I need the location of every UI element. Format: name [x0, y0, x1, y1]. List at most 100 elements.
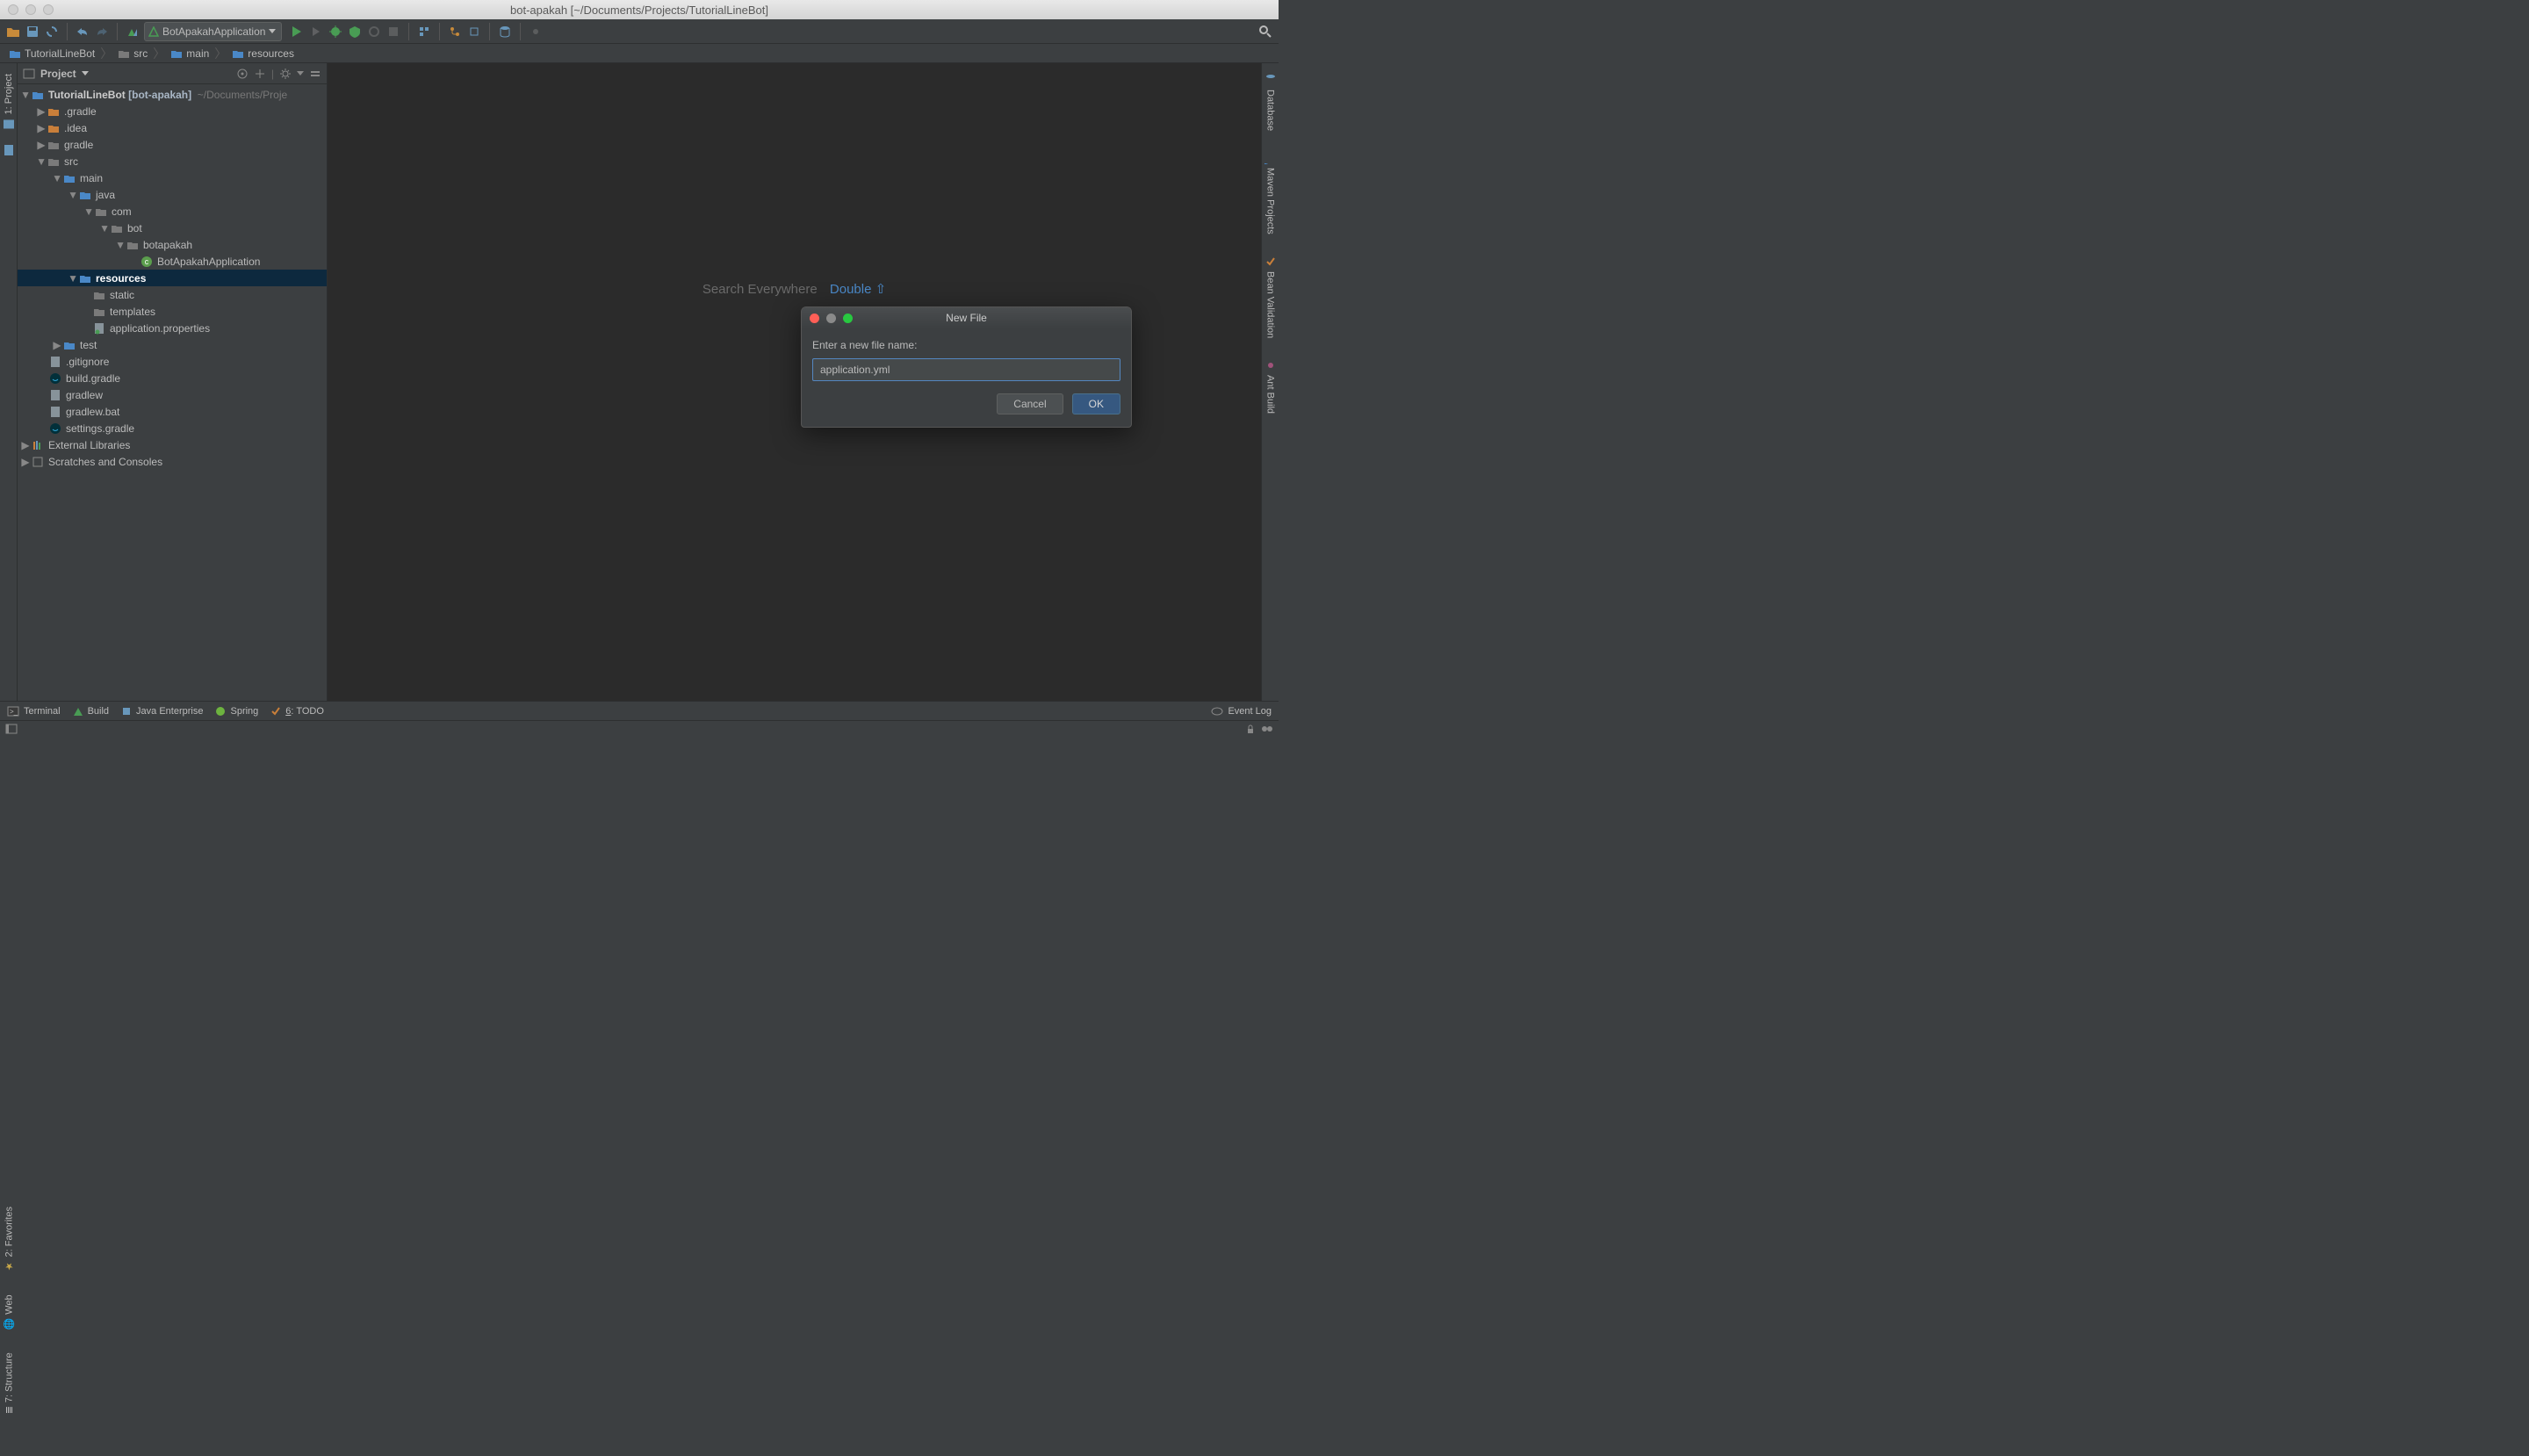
tree-item[interactable]: gradlew.bat — [18, 403, 327, 420]
run-icon[interactable] — [289, 24, 305, 40]
tree-item[interactable]: ▼java — [18, 186, 327, 203]
tree-item[interactable]: ▼com — [18, 203, 327, 220]
project-panel-title: Project — [40, 68, 76, 80]
tree-item[interactable]: gradlew — [18, 386, 327, 403]
filename-input[interactable] — [812, 358, 1120, 381]
tab-ant-build[interactable]: Ant Build — [1263, 352, 1279, 421]
tree-item[interactable]: ▼botapakah — [18, 236, 327, 253]
bottom-label: Event Log — [1228, 706, 1272, 717]
tree-item[interactable]: ▶test — [18, 336, 327, 353]
tree-item[interactable]: ▼src — [18, 153, 327, 169]
crumb-main[interactable]: main — [169, 47, 211, 60]
bookmarks-icon[interactable] — [1, 142, 17, 158]
tree-item[interactable]: build.gradle — [18, 370, 327, 386]
tree-item[interactable]: ▶.idea — [18, 119, 327, 136]
tree-item[interactable]: cBotApakahApplication — [18, 253, 327, 270]
tab-favorites[interactable]: ★ 2: Favorites — [2, 1200, 17, 1279]
crumb-resources[interactable]: resources — [230, 47, 296, 60]
tab-structure[interactable]: ≣ 7: Structure — [2, 1345, 17, 1421]
tree-item[interactable]: settings.gradle — [18, 420, 327, 436]
cancel-button[interactable]: Cancel — [997, 393, 1063, 414]
tree-label: java — [96, 189, 115, 201]
tree-item[interactable]: ▼main — [18, 169, 327, 186]
tab-maven[interactable]: m Maven Projects — [1263, 145, 1279, 241]
crumb-src[interactable]: src — [116, 47, 149, 60]
tree-label: application.properties — [110, 322, 210, 335]
tab-build[interactable]: Build — [73, 706, 109, 717]
svg-text:c: c — [145, 257, 149, 266]
dialog-titlebar: New File — [802, 307, 1131, 328]
tree-item[interactable]: ▶.gradle — [18, 103, 327, 119]
tab-spring[interactable]: Spring — [215, 706, 258, 717]
chevron-down-icon[interactable] — [82, 71, 89, 76]
tree-label: build.gradle — [66, 372, 120, 385]
tab-project[interactable]: 1: Project — [1, 67, 17, 137]
ok-button[interactable]: OK — [1072, 393, 1120, 414]
vcs-update-icon[interactable] — [466, 24, 482, 40]
tree-root[interactable]: ▼ TutorialLineBot [bot-apakah] ~/Documen… — [18, 86, 327, 103]
run-config-dropdown[interactable]: BotApakahApplication — [144, 22, 282, 41]
tab-terminal[interactable]: >_ Terminal — [7, 706, 61, 717]
svg-text:>_: >_ — [10, 708, 18, 716]
tree-label: .gradle — [64, 105, 97, 118]
crumb-label: resources — [248, 47, 294, 60]
profile-icon[interactable] — [366, 24, 382, 40]
save-icon[interactable] — [25, 24, 40, 40]
search-icon[interactable] — [1257, 24, 1273, 40]
crumb-root[interactable]: TutorialLineBot — [7, 47, 97, 60]
crumb-label: src — [133, 47, 148, 60]
tree-label: test — [80, 339, 97, 351]
bottom-label: Terminal — [24, 706, 61, 717]
project-view-icon[interactable] — [23, 68, 35, 80]
tab-database[interactable]: Database — [1263, 67, 1279, 138]
hint-search-everywhere: Search Everywhere Double ⇧ — [702, 281, 886, 297]
tree-item[interactable]: application.properties — [18, 320, 327, 336]
tree-item-resources[interactable]: ▼resources — [18, 270, 327, 286]
tree-item[interactable]: .gitignore — [18, 353, 327, 370]
tab-java-enterprise[interactable]: Java Enterprise — [121, 706, 203, 717]
tree-scratches[interactable]: ▶Scratches and Consoles — [18, 453, 327, 470]
project-tree[interactable]: ▼ TutorialLineBot [bot-apakah] ~/Documen… — [18, 84, 327, 701]
gutter-label: Ant Build — [1265, 375, 1276, 414]
tree-path: ~/Documents/Proje — [198, 89, 287, 101]
tab-todo[interactable]: 6: TODO — [270, 706, 324, 717]
tree-item[interactable]: ▼bot — [18, 220, 327, 236]
undo-icon[interactable] — [75, 24, 90, 40]
hector-icon[interactable] — [1261, 724, 1273, 733]
build-icon[interactable] — [125, 24, 140, 40]
gutter-label: Bean Validation — [1265, 271, 1276, 338]
db-icon[interactable] — [497, 24, 513, 40]
tree-item[interactable]: templates — [18, 303, 327, 320]
divider: | — [271, 68, 274, 80]
tree-item[interactable]: static — [18, 286, 327, 303]
tab-event-log[interactable]: Event Log — [1211, 706, 1272, 717]
dialog-label: Enter a new file name: — [812, 339, 1120, 351]
run-config-label: BotApakahApplication — [162, 25, 265, 38]
scroll-from-source-icon[interactable] — [236, 68, 249, 80]
left-gutter: 1: Project — [0, 63, 18, 701]
tree-item[interactable]: ▶gradle — [18, 136, 327, 153]
sync-icon[interactable] — [44, 24, 60, 40]
gutter-label: Maven Projects — [1265, 168, 1276, 234]
stop-icon[interactable] — [385, 24, 401, 40]
lock-icon[interactable] — [1245, 724, 1256, 734]
run-dashboard-icon[interactable] — [308, 24, 324, 40]
chevron-down-icon[interactable] — [297, 71, 304, 76]
toolwindow-icon[interactable] — [5, 724, 18, 734]
tab-web[interactable]: 🌐 Web — [2, 1287, 17, 1337]
tree-label: .idea — [64, 122, 87, 134]
gear-icon[interactable] — [279, 68, 292, 80]
redo-icon[interactable] — [94, 24, 110, 40]
tree-label: gradle — [64, 139, 93, 151]
open-icon[interactable] — [5, 24, 21, 40]
vcs-icon[interactable] — [447, 24, 463, 40]
tab-bean-validation[interactable]: Bean Validation — [1263, 249, 1279, 345]
hide-icon[interactable] — [309, 68, 321, 80]
tree-label: Scratches and Consoles — [48, 456, 162, 468]
debug-icon[interactable] — [328, 24, 343, 40]
structure-icon[interactable] — [416, 24, 432, 40]
collapse-all-icon[interactable] — [254, 68, 266, 80]
coverage-icon[interactable] — [347, 24, 363, 40]
misc-icon[interactable] — [528, 24, 544, 40]
tree-external-libs[interactable]: ▶External Libraries — [18, 436, 327, 453]
